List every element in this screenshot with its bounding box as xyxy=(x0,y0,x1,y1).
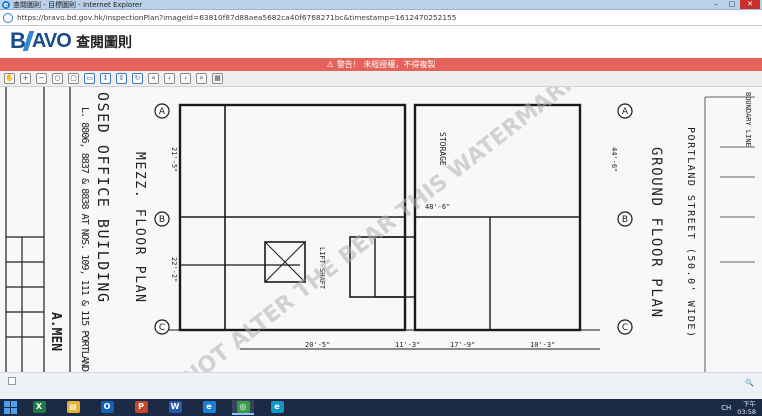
taskbar-powerpoint[interactable]: P xyxy=(130,400,152,415)
grid-letter-c-right: C xyxy=(622,323,628,333)
window-titlebar: e 查閱圖則 - 目標圖則 - Internet Explorer – □ ✕ xyxy=(0,0,762,10)
globe-icon xyxy=(3,13,13,23)
fit-height-button[interactable]: ⇕ xyxy=(116,73,127,84)
warning-icon: ⚠ xyxy=(326,60,334,69)
minimize-button[interactable]: – xyxy=(708,0,724,9)
warning-text: 警告！ 未經授權，不得複製 xyxy=(336,60,436,69)
taskbar-apps: X ▤ O P We ◎ e xyxy=(28,400,288,415)
maximize-button[interactable]: □ xyxy=(724,0,740,9)
taskbar-chrome[interactable]: ◎ xyxy=(232,400,254,415)
chrome-icon: ◎ xyxy=(236,400,250,413)
close-button[interactable]: ✕ xyxy=(740,0,760,9)
dim-label: 22'-2" xyxy=(170,257,178,282)
drawing-label-ground: GROUND FLOOR PLAN xyxy=(648,147,664,317)
grid-letter-a-left: A xyxy=(159,107,166,117)
app-header: B AVO 查閱圖則 xyxy=(0,26,762,58)
status-bar: 🔍 xyxy=(0,372,762,399)
clock[interactable]: 下午 03:58 xyxy=(737,400,756,416)
viewer-toolbar: ✋ + − ○ ▢ ▭ ↕ ⇕ ↻ « ‹ › » ▦ xyxy=(0,71,762,87)
zoom-out-button[interactable]: − xyxy=(36,73,47,84)
powerpoint-icon: P xyxy=(134,400,148,413)
url-text[interactable]: https://bravo.bd.gov.hk/inspectionPlan?i… xyxy=(17,10,456,26)
drawing-label-amend: A.MEN xyxy=(48,312,63,351)
address-bar[interactable]: https://bravo.bd.gov.hk/inspectionPlan?i… xyxy=(0,10,762,26)
outlook-icon: O xyxy=(100,400,114,413)
grid-letter-a-right: A xyxy=(622,107,629,117)
page-title: 查閱圖則 xyxy=(76,35,132,51)
first-page-button[interactable]: « xyxy=(148,73,159,84)
fit-width-button[interactable]: ↕ xyxy=(100,73,111,84)
language-indicator[interactable]: CH xyxy=(721,404,731,412)
taskbar-outlook[interactable]: O xyxy=(96,400,118,415)
edge-icon: e xyxy=(270,400,284,413)
dim-label: 10'-3" xyxy=(530,341,555,349)
taskbar-excel[interactable]: X xyxy=(28,400,50,415)
clock-period: 下午 xyxy=(743,399,756,408)
warning-banner: ⚠ 警告！ 未經授權，不得複製 xyxy=(0,58,762,71)
taskbar-file-explorer[interactable]: ▤ xyxy=(62,400,84,415)
print-button[interactable]: ▦ xyxy=(212,73,223,84)
fit-page-button[interactable]: ▭ xyxy=(84,73,95,84)
window-title: 查閱圖則 - 目標圖則 - Internet Explorer xyxy=(13,1,143,9)
drawing-viewer[interactable]: A.MEN L. 8806, 8837 & 8838 AT NOS. 109, … xyxy=(0,87,762,372)
zoom-window-button[interactable]: ▢ xyxy=(68,73,79,84)
zoom-reset-button[interactable]: ○ xyxy=(52,73,63,84)
internet-explorer-icon: e xyxy=(2,1,10,9)
dim-label: 17'-9" xyxy=(450,341,475,349)
dim-label: 11'-3" xyxy=(395,341,420,349)
grid-letter-b-left: B xyxy=(159,215,165,225)
drawing-label-storage: STORAGE xyxy=(438,132,447,166)
system-tray: CH 下午 03:58 xyxy=(721,399,756,416)
last-page-button[interactable]: » xyxy=(196,73,207,84)
windows-taskbar: X ▤ O P We ◎ e CH 下午 03:58 xyxy=(0,399,762,416)
plan-drawing: A.MEN L. 8806, 8837 & 8838 AT NOS. 109, … xyxy=(0,87,762,372)
drawing-label-boundary: BOUNDARY LINE xyxy=(744,92,752,147)
status-icon xyxy=(8,377,16,385)
drawing-label-mezz: MEZZ. FLOOR PLAN xyxy=(132,152,147,302)
dim-label: 20'-5" xyxy=(305,341,330,349)
dim-label: 44'-6" xyxy=(610,147,618,172)
drawing-label-portland: PORTLAND STREET (50.0' WIDE) xyxy=(685,127,696,337)
next-page-button[interactable]: › xyxy=(180,73,191,84)
clock-time: 03:58 xyxy=(737,407,756,416)
bravo-logo[interactable]: B AVO xyxy=(10,28,72,53)
taskbar-internet-explorer[interactable]: e xyxy=(198,400,220,415)
pan-tool-button[interactable]: ✋ xyxy=(4,73,15,84)
taskbar-word[interactable]: W xyxy=(164,400,186,415)
excel-icon: X xyxy=(32,400,46,413)
drawing-label-address: L. 8806, 8837 & 8838 AT NOS. 109, 111 & … xyxy=(79,107,90,372)
prev-page-button[interactable]: ‹ xyxy=(164,73,175,84)
internet-explorer-icon: e xyxy=(202,400,216,413)
zoom-control[interactable]: 🔍 xyxy=(745,379,754,387)
zoom-in-button[interactable]: + xyxy=(20,73,31,84)
rotate-button[interactable]: ↻ xyxy=(132,73,143,84)
dim-label: 21'-5" xyxy=(170,147,178,172)
window-controls: – □ ✕ xyxy=(708,0,760,10)
grid-letter-c-left: C xyxy=(159,323,165,333)
word-icon: W xyxy=(168,400,182,413)
grid-letter-b-right: B xyxy=(622,215,628,225)
file-explorer-icon: ▤ xyxy=(66,400,80,413)
taskbar-edge[interactable]: e xyxy=(266,400,288,415)
logo-letters: AVO xyxy=(31,29,72,52)
start-button[interactable] xyxy=(4,401,17,414)
